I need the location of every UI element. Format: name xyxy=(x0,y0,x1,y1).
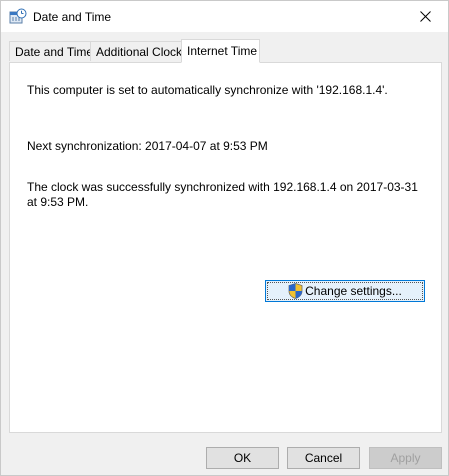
internet-time-panel: This computer is set to automatically sy… xyxy=(9,62,442,433)
tab-strip: Date and Time Additional Clocks Internet… xyxy=(9,39,441,63)
window-title: Date and Time xyxy=(33,10,112,24)
close-button[interactable] xyxy=(402,1,448,32)
date-time-dialog: Date and Time Date and Time Additional C… xyxy=(0,0,449,476)
tab-label: Internet Time xyxy=(187,44,258,58)
next-sync-text: Next synchronization: 2017-04-07 at 9:53… xyxy=(27,139,268,153)
date-time-icon xyxy=(9,8,27,24)
change-settings-label: Change settings... xyxy=(305,284,402,298)
tab-additional-clocks[interactable]: Additional Clocks xyxy=(90,41,188,61)
tab-date-and-time[interactable]: Date and Time xyxy=(9,41,94,61)
last-sync-text: The clock was successfully synchronized … xyxy=(27,180,418,209)
uac-shield-icon xyxy=(288,283,303,299)
tab-label: Additional Clocks xyxy=(96,45,189,59)
close-icon xyxy=(419,11,431,22)
sync-status-text: This computer is set to automatically sy… xyxy=(27,83,388,97)
tab-label: Date and Time xyxy=(15,45,94,59)
cancel-button[interactable]: Cancel xyxy=(287,447,360,469)
ok-button[interactable]: OK xyxy=(206,447,279,469)
apply-button[interactable]: Apply xyxy=(369,447,442,469)
tab-internet-time[interactable]: Internet Time xyxy=(181,39,260,63)
title-bar[interactable]: Date and Time xyxy=(1,1,448,32)
change-settings-button[interactable]: Change settings... xyxy=(265,280,425,302)
